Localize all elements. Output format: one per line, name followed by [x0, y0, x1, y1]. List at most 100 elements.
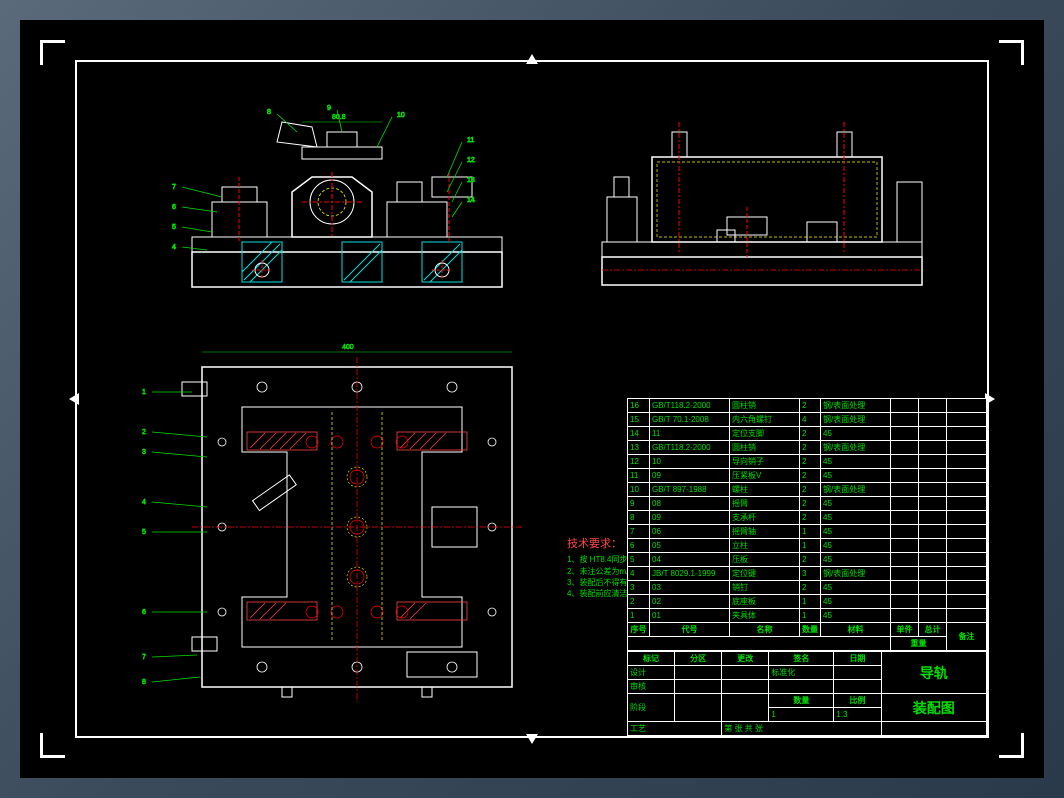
bom-cell-name: 夹具体 — [730, 609, 800, 623]
bom-cell-no: 10 — [628, 483, 650, 497]
bom-cell-name: 支承杆 — [730, 511, 800, 525]
bom-cell-material: 钢/表面处理 — [821, 399, 891, 413]
bom-cell-qty: 1 — [800, 539, 821, 553]
tb-scale: 1:3 — [834, 708, 881, 722]
bom-cell-note — [947, 399, 987, 413]
bom-cell-note — [947, 469, 987, 483]
bom-cell-material: 45 — [821, 455, 891, 469]
svg-text:4: 4 — [142, 499, 146, 506]
bom-cell-material: 45 — [821, 609, 891, 623]
bom-cell-note — [947, 511, 987, 525]
svg-text:2: 2 — [142, 429, 146, 436]
bom-cell-code: 09 — [650, 511, 730, 525]
bom-cell-no: 12 — [628, 455, 650, 469]
bom-row: 101夹具体145 — [628, 609, 987, 623]
svg-text:5: 5 — [142, 529, 146, 536]
tb-file: 签名 — [769, 652, 834, 666]
plan-view: 1 2 3 4 5 6 7 8 400 — [132, 337, 552, 717]
bom-cell-qty: 3 — [800, 567, 821, 581]
svg-text:13: 13 — [467, 177, 475, 184]
svg-text:14: 14 — [467, 197, 475, 204]
bom-row: 504压板245 — [628, 553, 987, 567]
bom-cell-code: GB/T 70.1-2008 — [650, 413, 730, 427]
svg-text:6: 6 — [142, 609, 146, 616]
bom-cell-note — [947, 553, 987, 567]
side-view — [572, 102, 942, 302]
tb-stage: 阶段 — [628, 694, 675, 722]
bom-cell-code: GB/T 897-1988 — [650, 483, 730, 497]
bom-cell-name: 底座板 — [730, 595, 800, 609]
bom-cell-name: 销钉 — [730, 581, 800, 595]
front-view: 7 6 5 4 8 9 10 11 12 13 14 80.8 — [152, 92, 532, 302]
bom-cell-note — [947, 455, 987, 469]
bom-cell-no: 6 — [628, 539, 650, 553]
tb-std: 标准化 — [769, 666, 834, 680]
bom-cell-material: 45 — [821, 581, 891, 595]
bom-hdr-single: 单件 — [891, 623, 919, 637]
bom-cell-no: 4 — [628, 567, 650, 581]
bom-cell-material: 钢/表面处理 — [821, 413, 891, 427]
bom-cell-qty: 1 — [800, 525, 821, 539]
bom-cell-code: 11 — [650, 427, 730, 441]
bom-cell-note — [947, 483, 987, 497]
bom-cell-name: 导向销子 — [730, 455, 800, 469]
corner-mark-tl — [40, 40, 65, 65]
tb-sheet: 1 — [769, 708, 834, 722]
bom-cell-qty: 2 — [800, 581, 821, 595]
bom-row: 303销钉245 — [628, 581, 987, 595]
tb-zone: 分区 — [675, 652, 722, 666]
bom-cell-material: 钢/表面处理 — [821, 567, 891, 581]
bom-cell-no: 11 — [628, 469, 650, 483]
bom-cell-note — [947, 525, 987, 539]
tb-scale-lbl: 比例 — [834, 694, 881, 708]
tb-qty: 数量 — [769, 694, 834, 708]
bom-row: 706摇臂轴145 — [628, 525, 987, 539]
bom-cell-qty: 2 — [800, 469, 821, 483]
bom-row: 1210导向销子245 — [628, 455, 987, 469]
center-mark-bottom — [526, 734, 538, 744]
tb-sheet-of: 第 张 共 张 — [722, 722, 881, 736]
bom-cell-material: 45 — [821, 595, 891, 609]
corner-mark-tr — [999, 40, 1024, 65]
tb-process: 审核 — [628, 680, 675, 694]
bom-row: 605立柱145 — [628, 539, 987, 553]
bom-cell-no: 16 — [628, 399, 650, 413]
bom-row: 1411定位支脚245 — [628, 427, 987, 441]
bom-cell-code: GB/T118.2-2000 — [650, 399, 730, 413]
bom-cell-note — [947, 595, 987, 609]
bom-row: 15GB/T 70.1-2008内六角螺钉4钢/表面处理 — [628, 413, 987, 427]
bom-cell-qty: 1 — [800, 609, 821, 623]
bom-cell-qty: 4 — [800, 413, 821, 427]
bom-cell-code: 03 — [650, 581, 730, 595]
tb-change: 更改 — [722, 652, 769, 666]
bom-cell-code: JB/T 8029.1-1999 — [650, 567, 730, 581]
bom-cell-code: GB/T118.2-2000 — [650, 441, 730, 455]
svg-text:8: 8 — [142, 679, 146, 686]
bom-row: 1109压紧板V245 — [628, 469, 987, 483]
bom-row: 10GB/T 897-1988螺柱2钢/表面处理 — [628, 483, 987, 497]
bom-cell-no: 1 — [628, 609, 650, 623]
center-mark-top — [526, 54, 538, 64]
bom-cell-name: 圆柱销 — [730, 441, 800, 455]
bom-cell-note — [947, 413, 987, 427]
bom-cell-qty: 2 — [800, 399, 821, 413]
bom-hdr-code: 代号 — [650, 623, 730, 637]
bom-hdr-total: 总计 — [919, 623, 947, 637]
bom-cell-note — [947, 441, 987, 455]
svg-text:8: 8 — [267, 109, 271, 116]
bom-row: 908摇臂245 — [628, 497, 987, 511]
svg-text:9: 9 — [327, 105, 331, 112]
bom-cell-material: 45 — [821, 539, 891, 553]
bom-cell-code: 09 — [650, 469, 730, 483]
cad-canvas: 7 6 5 4 8 9 10 11 12 13 14 80.8 — [20, 20, 1044, 778]
bom-cell-qty: 2 — [800, 427, 821, 441]
bom-cell-name: 螺柱 — [730, 483, 800, 497]
tb-design: 设计 — [628, 666, 675, 680]
corner-mark-br — [999, 733, 1024, 758]
drawing-subtitle: 装配图 — [881, 694, 987, 722]
bom-cell-qty: 2 — [800, 483, 821, 497]
bom-cell-qty: 2 — [800, 497, 821, 511]
bom-cell-material: 钢/表面处理 — [821, 483, 891, 497]
corner-mark-bl — [40, 733, 65, 758]
bom-cell-material: 45 — [821, 469, 891, 483]
